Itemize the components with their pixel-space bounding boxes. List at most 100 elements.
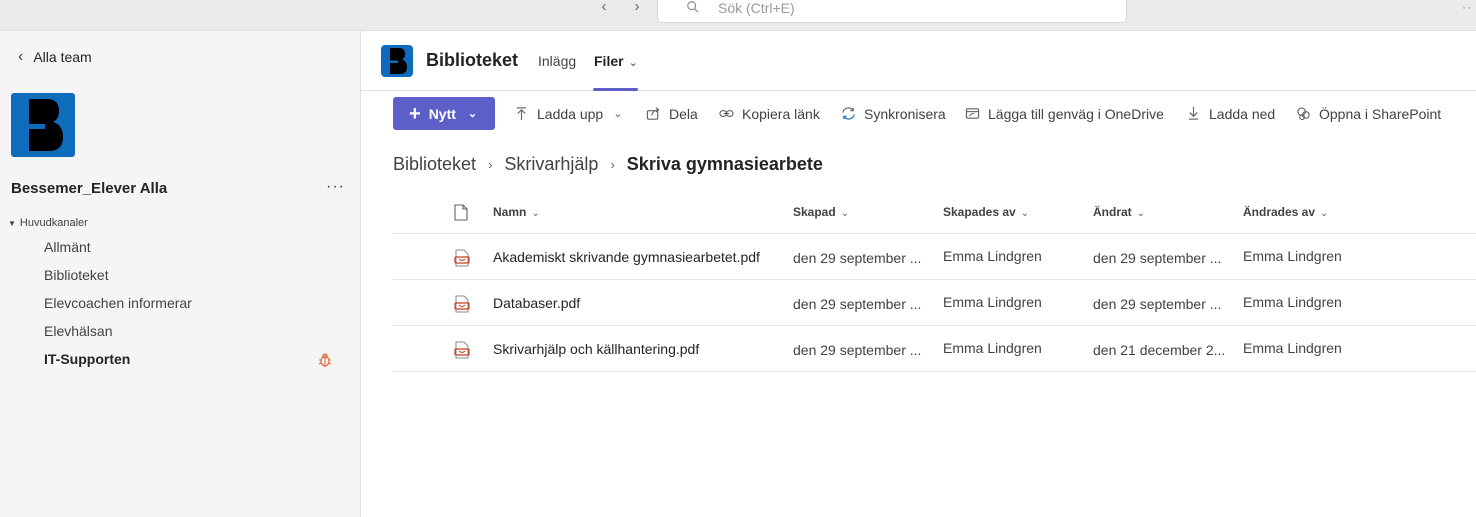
chevron-right-icon: › xyxy=(610,157,615,172)
created-by: Emma Lindgren xyxy=(943,248,1042,264)
file-name[interactable]: Akademiskt skrivande gymnasiearbetet.pdf xyxy=(493,249,760,265)
chevron-down-icon: ⌄ xyxy=(628,57,638,69)
files-toolbar: + Nytt ⌄ Ladda upp ⌄ Dela Kopiera länk S… xyxy=(393,97,1476,130)
team-b-logo-icon xyxy=(390,48,407,74)
upload-icon xyxy=(516,107,527,121)
pdf-file-icon xyxy=(454,341,470,359)
tab-filer-label: Filer xyxy=(594,53,624,69)
created-by: Emma Lindgren xyxy=(943,294,1042,310)
channel-item-elevcoachen[interactable]: Elevcoachen informerar xyxy=(44,295,192,311)
file-name[interactable]: Databaser.pdf xyxy=(493,295,580,311)
sync-label: Synkronisera xyxy=(864,105,946,122)
team-name[interactable]: Bessemer_Elever Alla xyxy=(11,180,167,197)
modified-by: Emma Lindgren xyxy=(1243,294,1342,310)
channel-item-biblioteket[interactable]: Biblioteket xyxy=(44,267,109,283)
file-name[interactable]: Skrivarhjälp och källhantering.pdf xyxy=(493,341,699,357)
link-icon xyxy=(719,110,734,117)
channel-item-it-supporten[interactable]: IT-Supporten xyxy=(44,351,130,367)
back-arrow-icon[interactable]: ‹ xyxy=(594,0,614,16)
modified-date: den 21 december 2... xyxy=(1093,342,1226,358)
pdf-file-icon xyxy=(454,249,470,267)
new-button[interactable]: + Nytt ⌄ xyxy=(393,97,495,130)
title-bar: ‹ › Sök (Ctrl+E) ·· xyxy=(0,0,1476,31)
table-header-row: Namn ⌄ Skapad ⌄ Skapades av ⌄ Ändrat ⌄ Ändra… xyxy=(393,190,1476,234)
file-type-icon[interactable] xyxy=(454,204,468,221)
created-date: den 29 september ... xyxy=(793,342,922,358)
chevron-down-icon: ⌄ xyxy=(1320,208,1329,219)
chevron-down-icon: ⌄ xyxy=(840,208,850,219)
chevron-down-icon: ⌄ xyxy=(1136,208,1146,219)
upload-label: Ladda upp xyxy=(537,105,604,122)
chevron-down-icon: ⌄ xyxy=(1020,208,1030,219)
modified-date: den 29 september ... xyxy=(1093,296,1222,312)
section-label: Huvudkanaler xyxy=(19,217,88,229)
bug-icon xyxy=(318,353,332,367)
column-header-modified-by[interactable]: Ändrades av ⌄ xyxy=(1243,205,1328,219)
column-header-created[interactable]: Skapad ⌄ xyxy=(793,205,849,219)
modified-by: Emma Lindgren xyxy=(1243,248,1342,264)
active-tab-indicator xyxy=(593,88,638,91)
column-header-name[interactable]: Namn ⌄ xyxy=(493,205,540,219)
modified-by: Emma Lindgren xyxy=(1243,340,1342,356)
plus-icon: + xyxy=(409,102,421,125)
search-placeholder: Sök (Ctrl+E) xyxy=(718,0,795,16)
table-row[interactable]: Akademiskt skrivande gymnasiearbetet.pdf… xyxy=(393,234,1476,280)
channel-header: Biblioteket Inlägg Filer ⌄ xyxy=(361,31,1476,91)
column-header-modified[interactable]: Ändrat ⌄ xyxy=(1093,205,1145,219)
column-label: Ändrades av xyxy=(1243,205,1316,219)
back-label: Alla team xyxy=(33,49,92,65)
team-more-icon[interactable]: ··· xyxy=(326,178,345,196)
section-header-huvudkanaler[interactable]: ▼ Huvudkanaler xyxy=(8,217,88,229)
caret-down-icon: ▼ xyxy=(8,218,16,228)
copy-link-label: Kopiera länk xyxy=(742,105,820,122)
share-icon xyxy=(646,107,660,120)
channel-title: Biblioteket xyxy=(426,50,519,70)
sync-button[interactable]: Synkronisera xyxy=(841,97,946,130)
download-button[interactable]: Ladda ned xyxy=(1186,97,1275,130)
created-date: den 29 september ... xyxy=(793,250,922,266)
chevron-down-icon: ⌄ xyxy=(531,208,540,219)
new-label: Nytt xyxy=(428,105,456,122)
team-b-logo-icon xyxy=(29,99,63,151)
column-label: Namn xyxy=(493,205,527,219)
channel-item-allmant[interactable]: Allmänt xyxy=(44,239,91,255)
table-row[interactable]: Skrivarhjälp och källhantering.pdf den 2… xyxy=(393,326,1476,372)
search-input[interactable]: Sök (Ctrl+E) xyxy=(657,0,1127,23)
column-label: Ändrat xyxy=(1093,205,1132,219)
table-row[interactable]: Databaser.pdf den 29 september ... Emma … xyxy=(393,280,1476,326)
sync-icon xyxy=(842,107,855,120)
column-label: Skapades av xyxy=(943,205,1016,219)
created-date: den 29 september ... xyxy=(793,296,922,312)
upload-button[interactable]: Ladda upp ⌄ xyxy=(514,97,622,130)
created-by: Emma Lindgren xyxy=(943,340,1042,356)
chevron-down-icon: ⌄ xyxy=(467,108,478,120)
forward-arrow-icon[interactable]: › xyxy=(627,0,647,16)
share-button[interactable]: Dela xyxy=(646,97,698,130)
back-to-all-teams[interactable]: ‹ Alla team xyxy=(18,48,92,66)
download-icon xyxy=(1188,106,1199,120)
channel-logo xyxy=(381,45,413,77)
tab-inlagg[interactable]: Inlägg xyxy=(538,53,576,69)
column-label: Skapad xyxy=(793,205,836,219)
open-in-sharepoint-button[interactable]: Öppna i SharePoint xyxy=(1296,97,1441,130)
pdf-file-icon xyxy=(454,295,470,313)
search-icon xyxy=(687,1,699,13)
team-logo xyxy=(11,93,75,157)
tab-filer[interactable]: Filer ⌄ xyxy=(594,53,638,69)
download-label: Ladda ned xyxy=(1209,105,1276,122)
modified-date: den 29 september ... xyxy=(1093,250,1222,266)
breadcrumb-item-current: Skriva gymnasiearbete xyxy=(626,154,823,174)
add-onedrive-shortcut-button[interactable]: Lägga till genväg i OneDrive xyxy=(965,97,1164,130)
breadcrumb-item-biblioteket[interactable]: Biblioteket xyxy=(393,154,476,175)
more-options-icon[interactable]: ·· xyxy=(1462,0,1472,14)
copy-link-button[interactable]: Kopiera länk xyxy=(719,97,820,130)
onedrive-shortcut-label: Lägga till genväg i OneDrive xyxy=(988,105,1164,122)
channel-item-elevhalsan[interactable]: Elevhälsan xyxy=(44,323,113,339)
sidebar: ‹ Alla team Bessemer_Elever Alla ··· ▼ H… xyxy=(0,31,361,517)
chevron-left-icon: ‹ xyxy=(18,48,24,65)
chevron-right-icon: › xyxy=(488,157,493,172)
column-header-created-by[interactable]: Skapades av ⌄ xyxy=(943,205,1029,219)
onedrive-shortcut-icon xyxy=(965,108,980,119)
open-sharepoint-label: Öppna i SharePoint xyxy=(1319,105,1442,122)
breadcrumb-item-skrivarhjalp[interactable]: Skrivarhjälp xyxy=(504,154,598,175)
